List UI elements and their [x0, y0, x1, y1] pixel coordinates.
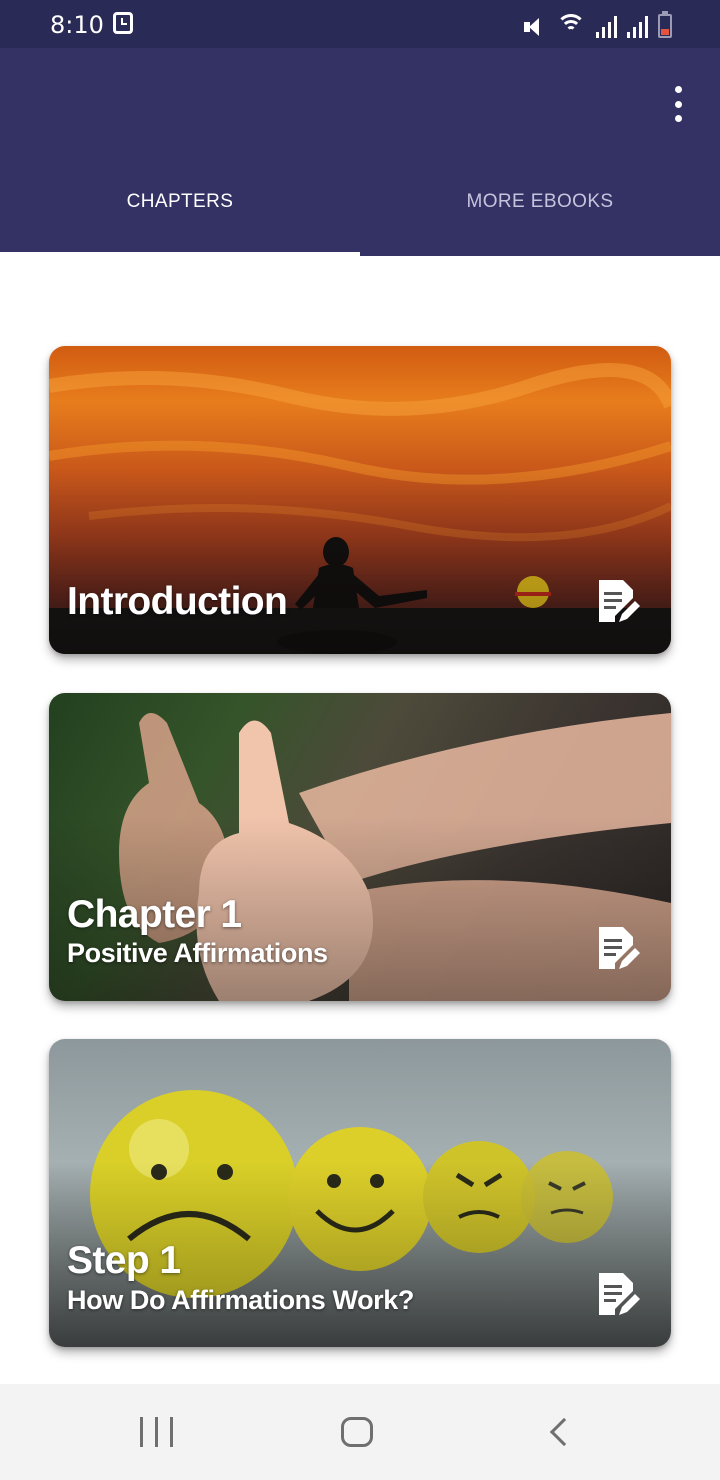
- chapter-title: Chapter 1: [67, 893, 242, 936]
- tab-label: MORE EBOOKS: [466, 191, 614, 212]
- tab-bar: CHAPTERS MORE EBOOKS: [0, 156, 720, 256]
- battery-icon: [658, 11, 672, 38]
- document-edit-icon: [599, 1273, 640, 1315]
- chapter-title: Introduction: [67, 580, 288, 623]
- chapter-card-step-1[interactable]: Step 1 How Do Affirmations Work?: [49, 1039, 671, 1347]
- document-edit-icon: [599, 927, 640, 969]
- wifi-icon: [556, 14, 586, 38]
- overflow-menu-icon[interactable]: [666, 86, 690, 122]
- recents-icon[interactable]: [126, 1414, 186, 1450]
- card-shade: [49, 469, 671, 654]
- chapter-subtitle: Positive Affirmations: [67, 938, 328, 968]
- mute-icon: [522, 16, 546, 38]
- status-icons: [522, 10, 672, 38]
- chapter-card-introduction[interactable]: Introduction: [49, 346, 671, 654]
- signal-icon: [627, 16, 648, 38]
- signal-icon: [596, 16, 617, 38]
- tab-more-ebooks[interactable]: MORE EBOOKS: [360, 156, 720, 256]
- app-bar: CHAPTERS MORE EBOOKS: [0, 48, 720, 256]
- chapter-title: Step 1: [67, 1239, 181, 1282]
- status-bar: 8:10: [0, 0, 720, 48]
- tab-indicator: [0, 252, 360, 256]
- status-time: 8:10: [50, 11, 104, 39]
- tab-label: CHAPTERS: [126, 191, 234, 212]
- chapter-card-chapter-1[interactable]: Chapter 1 Positive Affirmations: [49, 693, 671, 1001]
- alarm-icon: [113, 12, 133, 34]
- home-icon[interactable]: [327, 1414, 387, 1450]
- chapter-subtitle: How Do Affirmations Work?: [67, 1285, 414, 1315]
- back-icon[interactable]: [530, 1414, 590, 1450]
- tab-chapters[interactable]: CHAPTERS: [0, 156, 360, 256]
- system-nav-bar: [0, 1384, 720, 1480]
- document-edit-icon: [599, 580, 640, 622]
